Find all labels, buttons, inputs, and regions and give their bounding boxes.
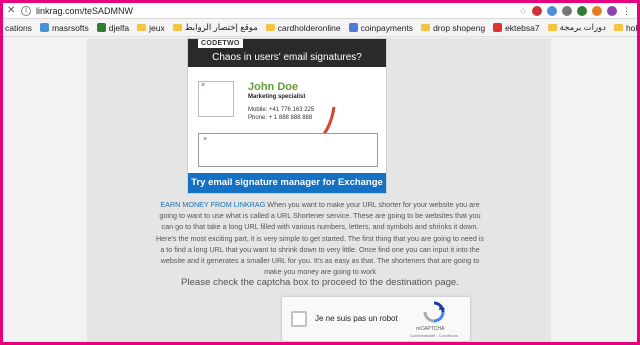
ad-title: Chaos in users' email signatures? <box>212 52 362 63</box>
bookmark-item[interactable]: drop shopeng <box>421 23 485 33</box>
bookmark-item[interactable]: jeux <box>137 23 165 33</box>
bookmark-label: دورات برمجة <box>559 22 606 32</box>
bookmark-item[interactable]: ektebsa7 <box>493 23 540 33</box>
earn-money-link[interactable]: EARN MONEY FROM LINKRAG <box>160 200 265 209</box>
bookmark-label: coinpayments <box>360 22 414 33</box>
extension-icon[interactable] <box>607 5 617 16</box>
info-icon[interactable]: i <box>21 5 31 16</box>
favicon-icon <box>493 23 503 32</box>
favicon-icon <box>96 23 106 32</box>
bookmark-label: masrsofts <box>51 22 89 33</box>
ad-banner[interactable]: CODETWO Chaos in users' email signatures… <box>187 38 387 194</box>
bookmark-item[interactable]: hoho <box>613 22 637 33</box>
bookmark-label: djelfa <box>108 22 130 33</box>
bookmark-label: hoho <box>625 22 637 33</box>
article-text: EARN MONEY FROM LINKRAG When you want to… <box>155 199 485 277</box>
bookmark-label: cardholderonline <box>277 22 341 33</box>
bookmark-label: ektebsa7 <box>505 22 540 33</box>
ad-logo: CODETWO <box>198 39 243 48</box>
bookmark-label: drop shopeng <box>433 22 486 33</box>
recaptcha-label: Je ne suis pas un robot <box>315 314 398 323</box>
page: CODETWO Chaos in users' email signatures… <box>3 38 637 342</box>
favicon-icon <box>348 23 358 32</box>
close-icon[interactable]: ✕ <box>7 5 19 16</box>
extension-icon[interactable] <box>547 5 557 16</box>
address-bar[interactable]: ✕ i linkrag.com/teSADMNW ☆ ⋮ <box>3 3 637 19</box>
article-body: When you want to make your URL shorter f… <box>155 200 485 277</box>
captcha-instruction: Please check the captcha box to proceed … <box>181 277 459 288</box>
recaptcha-terms-link[interactable]: Confidentialité - Conditions <box>410 333 458 338</box>
bookmark-item[interactable]: cardholderonline <box>265 22 341 33</box>
signature-placeholder-box <box>198 133 378 167</box>
folder-icon <box>137 24 147 31</box>
folder-icon <box>613 24 623 31</box>
folder-icon <box>421 24 431 31</box>
bookmark-label: موقع إختصار الروابط <box>184 22 258 32</box>
favicon-icon <box>39 23 49 32</box>
bookmark-item[interactable]: دورات برمجة <box>547 22 606 33</box>
extension-icon[interactable] <box>562 5 572 16</box>
star-icon[interactable]: ☆ <box>519 6 527 16</box>
bookmark-item[interactable]: djelfa <box>96 22 130 33</box>
bookmark-item[interactable]: coinpayments <box>348 22 414 33</box>
url-text[interactable]: linkrag.com/teSADMNW <box>36 6 519 16</box>
broken-image-icon <box>198 81 234 117</box>
ad-cta-button[interactable]: Try email signature manager for Exchange <box>188 173 386 193</box>
folder-icon <box>547 24 557 31</box>
browser-window: ✕ i linkrag.com/teSADMNW ☆ ⋮ cations masr… <box>3 3 637 342</box>
bookmarks-bar: cations masrsofts djelfa jeux موقع إختصار ال… <box>3 19 637 37</box>
broken-image-icon <box>201 136 211 146</box>
bookmark-item[interactable]: masrsofts <box>39 22 89 33</box>
extension-icon[interactable] <box>592 5 602 16</box>
folder-icon <box>265 24 275 31</box>
bookmark-item[interactable]: موقع إختصار الروابط <box>172 22 258 33</box>
ad-header: CODETWO Chaos in users' email signatures… <box>188 39 386 67</box>
bookmark-item[interactable]: cations <box>5 23 32 33</box>
signature-role: Marketing specialist <box>248 94 306 100</box>
extension-icon[interactable] <box>532 5 542 16</box>
folder-icon <box>172 24 182 31</box>
extension-toolbar: ☆ ⋮ <box>519 5 637 16</box>
bookmark-label: cations <box>5 22 32 33</box>
recaptcha-widget: Je ne suis pas un robot reCAPTCHA Confid… <box>281 296 471 342</box>
recaptcha-checkbox[interactable] <box>291 311 307 327</box>
recaptcha-logo-icon <box>423 301 445 323</box>
recaptcha-brand: reCAPTCHA <box>416 326 445 332</box>
bookmark-label: jeux <box>149 22 165 33</box>
menu-icon[interactable]: ⋮ <box>622 6 631 16</box>
signature-name: John Doe <box>248 81 299 93</box>
extension-icon[interactable] <box>577 5 587 16</box>
